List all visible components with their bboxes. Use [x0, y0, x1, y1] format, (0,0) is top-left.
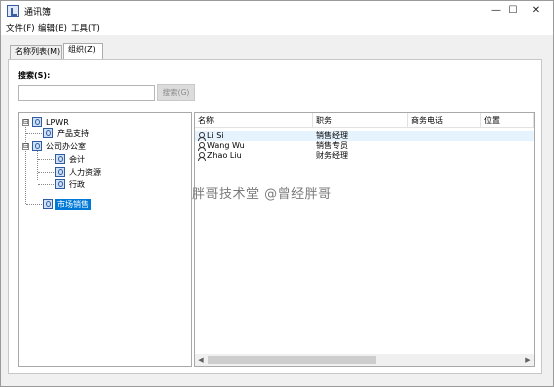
scroll-left-arrow-icon[interactable]: ◀: [195, 354, 207, 366]
list-row[interactable]: Wang Wu 销售专员: [195, 141, 534, 151]
column-header-phone[interactable]: 商务电话: [408, 113, 481, 128]
tree-guide-line: [38, 172, 54, 173]
tree-guide-line: [26, 133, 42, 134]
org-unit-icon: [55, 179, 65, 189]
menu-bar: 文件(F) 编辑(E) 工具(T): [1, 21, 553, 35]
tree-guide-line: [38, 159, 54, 160]
tree-node-administration[interactable]: 行政: [67, 179, 87, 190]
tree-guide-line: [37, 150, 38, 180]
contact-title: 销售专员: [316, 141, 348, 150]
contact-name: Wang Wu: [207, 141, 245, 150]
search-button[interactable]: 搜索(G): [157, 84, 195, 101]
tree-node-accounting[interactable]: 会计: [67, 154, 87, 165]
contact-icon: [198, 142, 206, 151]
column-header-name[interactable]: 名称: [195, 113, 313, 128]
close-button[interactable]: ✕: [519, 1, 553, 21]
org-unit-icon: [55, 167, 65, 177]
tree-guide-line: [25, 125, 26, 204]
org-unit-icon: [43, 199, 53, 209]
scroll-right-arrow-icon[interactable]: ▶: [522, 354, 534, 366]
column-header-location[interactable]: 位置: [481, 113, 534, 128]
tree-guide-line: [26, 204, 42, 205]
address-book-icon: [7, 5, 19, 17]
contact-title: 销售经理: [316, 131, 348, 140]
contact-name: Li Si: [207, 131, 224, 140]
contact-name: Zhao Liu: [207, 151, 242, 160]
tree-collapse-toggle-root[interactable]: ⊟: [22, 119, 29, 126]
search-input[interactable]: [18, 85, 155, 101]
organization-tree[interactable]: ⊟ LPWR 产品支持 ⊟ 公司办公室 会计 人力资源 行政 市场销售: [18, 112, 192, 367]
search-label: 搜索(S):: [18, 71, 51, 80]
horizontal-scrollbar[interactable]: ◀ ▶: [195, 354, 534, 366]
watermark-text: 胖哥技术堂 @曾经胖哥: [192, 187, 332, 202]
org-unit-icon: [32, 141, 42, 151]
title-bar: 通讯簿 — ☐ ✕: [1, 1, 553, 21]
tree-node-lpwr[interactable]: LPWR: [44, 117, 71, 128]
scroll-thumb[interactable]: [208, 356, 376, 364]
list-row[interactable]: Li Si 销售经理: [195, 131, 534, 141]
organization-panel: 搜索(S): 搜索(G) ⊟ LPWR 产品支持 ⊟ 公司办公室 会计 人力资源…: [8, 59, 542, 374]
menu-tools[interactable]: 工具(T): [71, 22, 100, 34]
org-unit-icon: [55, 154, 65, 164]
tree-node-company-office[interactable]: 公司办公室: [44, 141, 88, 152]
tab-organization[interactable]: 组织(Z): [63, 43, 103, 60]
tree-node-human-resources[interactable]: 人力资源: [67, 167, 103, 178]
column-header-title[interactable]: 职务: [313, 113, 408, 128]
contact-title: 财务经理: [316, 151, 348, 160]
list-row[interactable]: Zhao Liu 财务经理: [195, 151, 534, 161]
org-unit-icon: [43, 128, 53, 138]
menu-edit[interactable]: 编辑(E): [38, 22, 67, 34]
tree-guide-line: [38, 184, 54, 185]
tree-collapse-toggle-office[interactable]: ⊟: [22, 143, 29, 150]
list-header: 名称 职务 商务电话 位置: [195, 113, 534, 128]
tree-node-marketing-sales[interactable]: 市场销售: [55, 199, 91, 210]
window-title: 通讯簿: [24, 8, 52, 18]
contact-icon: [198, 132, 206, 141]
tab-name-list[interactable]: 名称列表(M): [10, 45, 62, 59]
org-unit-icon: [32, 117, 42, 127]
contact-icon: [198, 152, 206, 161]
menu-file[interactable]: 文件(F): [6, 22, 35, 34]
contacts-list[interactable]: 名称 职务 商务电话 位置 Li Si 销售经理 Wang Wu 销售专员 Zh…: [194, 112, 535, 367]
tree-node-product-support[interactable]: 产品支持: [55, 128, 91, 139]
